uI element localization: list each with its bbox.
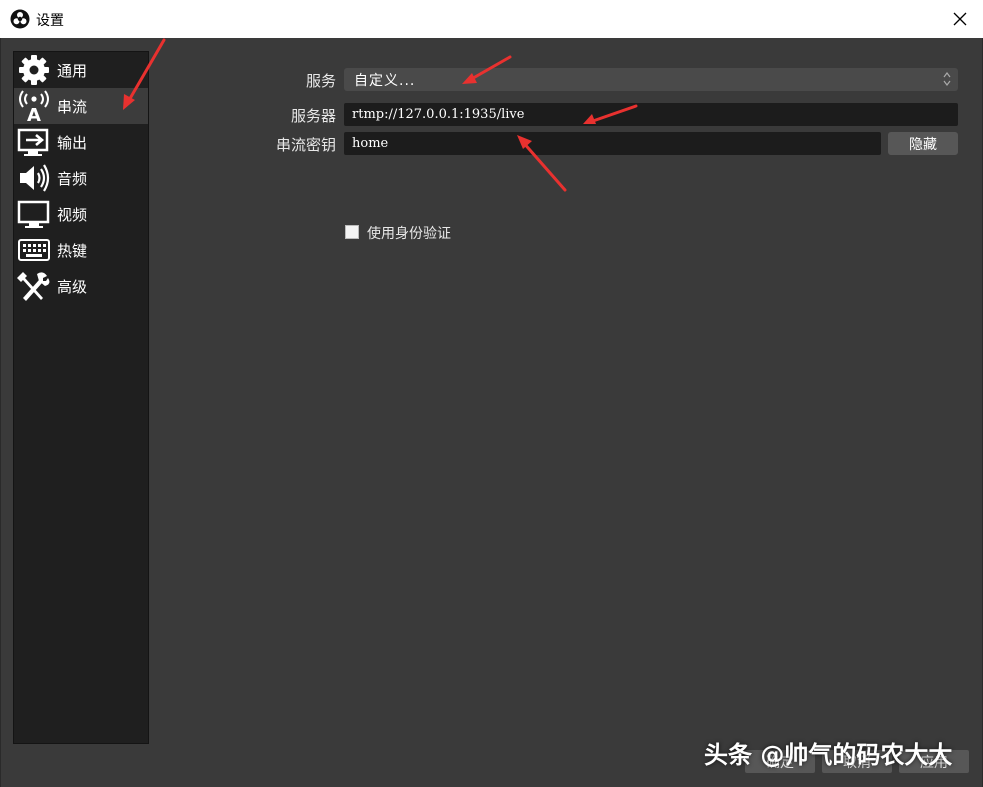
settings-sidebar: 通用 A 串流 输出 音频 视频 热键 高级 [13, 51, 149, 744]
service-label: 服务 [305, 72, 336, 90]
antenna-icon: A [19, 90, 49, 122]
spin-arrows-icon [943, 72, 951, 86]
gear-icon [19, 55, 49, 85]
service-select[interactable]: 自定义... [344, 68, 958, 91]
close-button[interactable] [937, 0, 983, 38]
window-border-left [0, 38, 1, 787]
auth-checkbox-label[interactable]: 使用身份验证 [367, 223, 451, 243]
sidebar-item-label: 视频 [57, 205, 88, 224]
sidebar-item-label: 热键 [57, 241, 88, 260]
sidebar-item-label: 音频 [57, 169, 88, 188]
sidebar-item-output[interactable]: 输出 [14, 124, 148, 160]
svg-text:A: A [27, 105, 41, 122]
hide-key-button[interactable]: 隐藏 [888, 132, 958, 155]
server-label: 服务器 [290, 107, 336, 125]
monitor-icon [17, 200, 50, 228]
speaker-icon [20, 164, 50, 192]
service-select-value: 自定义... [354, 73, 416, 89]
sidebar-item-stream[interactable]: A 串流 [14, 88, 148, 124]
title-bar: 设置 [0, 0, 983, 38]
output-icon [17, 128, 49, 156]
auth-checkbox[interactable] [345, 225, 359, 239]
stream-key-label: 串流密钥 [275, 136, 336, 154]
stream-key-input[interactable]: home [344, 132, 881, 155]
sidebar-item-hotkeys[interactable]: 热键 [14, 232, 148, 268]
sidebar-item-video[interactable]: 视频 [14, 196, 148, 232]
window-title: 设置 [36, 13, 64, 29]
sidebar-item-general[interactable]: 通用 [14, 52, 148, 88]
sidebar-item-label: 通用 [57, 61, 88, 80]
sidebar-item-label: 串流 [57, 97, 88, 116]
keyboard-icon [18, 239, 50, 261]
tools-icon [17, 272, 50, 301]
watermark-text: 头条 @帅气的码农大大 [704, 741, 953, 769]
close-icon [953, 12, 967, 26]
sidebar-item-label: 高级 [57, 277, 88, 296]
obs-logo-icon [10, 9, 30, 29]
sidebar-item-label: 输出 [57, 133, 88, 152]
sidebar-item-advanced[interactable]: 高级 [14, 268, 148, 304]
server-input[interactable]: rtmp://127.0.0.1:1935/live [344, 103, 958, 126]
sidebar-item-audio[interactable]: 音频 [14, 160, 148, 196]
